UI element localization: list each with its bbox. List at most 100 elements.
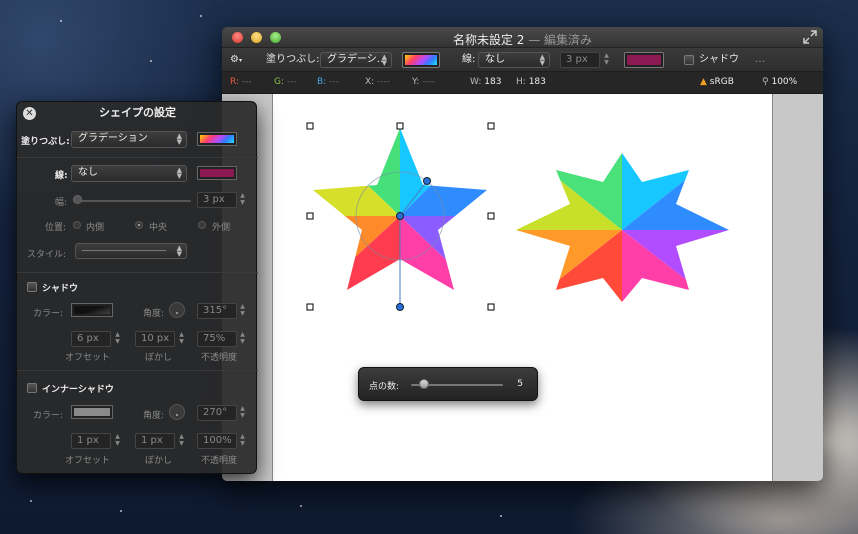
shadow-opacity-field[interactable]: 75% [197, 331, 237, 347]
gear-menu-button[interactable]: ⚙▾ [230, 52, 242, 68]
position-outer-label: 外側 [212, 223, 231, 233]
fill-popup[interactable]: グラデーシ… ▲ ▼ [320, 52, 392, 68]
shadow-blur-stepper[interactable]: ▲ ▼ [177, 331, 186, 347]
position-center-label: 中央 [149, 223, 168, 233]
shadow-offset-field[interactable]: 6 px [71, 331, 111, 347]
width-slider-knob[interactable] [73, 195, 82, 204]
stroke-label: 線: [55, 171, 68, 181]
shape-settings-panel: ✕ シェイプの設定 塗りつぶし: グラデーション ▲ ▼ 線: なし ▲ ▼ 幅: … [16, 101, 258, 474]
document-name: 名称未設定 2 [452, 33, 525, 47]
points-slider-knob[interactable] [419, 379, 429, 389]
info-r: R: --- [230, 77, 252, 87]
offset-caption: オフセット [65, 353, 111, 363]
position-inner-radio[interactable] [73, 221, 81, 229]
fill-type-popup[interactable]: グラデーション ▲ ▼ [71, 131, 187, 148]
info-x: X: ---- [365, 77, 391, 87]
stroke-color-fill [200, 169, 234, 177]
position-label: 位置: [45, 223, 67, 233]
inner-offset-field[interactable]: 1 px [71, 433, 111, 449]
eight-point-star[interactable] [503, 134, 743, 324]
shadow-opacity-stepper[interactable]: ▲ ▼ [238, 331, 247, 347]
stroke-width-field[interactable]: 3 px [560, 52, 600, 68]
color-drop-icon: ▲ [700, 77, 707, 87]
inner-shadow-checkbox[interactable] [27, 383, 37, 393]
edited-status: — 編集済み [528, 33, 593, 47]
inner-opacity-stepper[interactable]: ▲ ▼ [238, 433, 247, 449]
star-dot [60, 20, 62, 22]
inner-blur-field[interactable]: 1 px [135, 433, 175, 449]
fill-gradient-swatch[interactable] [402, 52, 440, 68]
info-w: W: 183 [470, 77, 502, 87]
inner-blur-stepper[interactable]: ▲ ▼ [177, 433, 186, 449]
shadow-offset-stepper[interactable]: ▲ ▼ [113, 331, 122, 347]
inner-opacity-field[interactable]: 100% [197, 433, 237, 449]
star-dot [150, 60, 152, 62]
toolbar: ⚙▾ 塗りつぶし: グラデーシ… ▲ ▼ 線: なし ▲ ▼ 3 px ▲ ▼ シャド… [222, 48, 823, 72]
info-bar: R: --- G: --- B: --- X: ---- Y: ---- W: … [222, 72, 823, 94]
shadow-checkbox[interactable] [27, 282, 37, 292]
position-outer-radio[interactable] [198, 221, 206, 229]
stroke-color-fill [627, 55, 661, 65]
shapes-layer[interactable] [273, 94, 774, 481]
stroke-type-value: なし [78, 167, 98, 178]
fill-gradient-well[interactable] [197, 132, 237, 146]
width-stepper[interactable]: ▲ ▼ [238, 192, 247, 208]
inner-color-well[interactable] [71, 405, 113, 419]
inner-color-fill [74, 408, 110, 416]
position-center-radio[interactable] [135, 221, 143, 229]
magnifier-icon: ⚲ [762, 77, 769, 87]
gear-icon: ⚙ [230, 54, 239, 65]
shadow-blur-field[interactable]: 10 px [135, 331, 175, 347]
info-b: B: --- [317, 77, 339, 87]
popup-arrows-icon: ▲ ▼ [176, 132, 182, 146]
inner-shadow-title: インナーシャドウ [42, 385, 114, 395]
blur-caption: ぼかし [145, 353, 173, 363]
inner-opacity-caption: 不透明度 [201, 456, 238, 466]
stroke-popup[interactable]: なし ▲ ▼ [478, 52, 550, 68]
separator [17, 157, 258, 158]
shadow-angle-label: 角度: [143, 309, 165, 319]
shadow-angle-dial[interactable] [169, 302, 185, 318]
shadow-angle-field[interactable]: 315° [197, 303, 237, 319]
fullscreen-icon[interactable] [803, 30, 817, 44]
info-g: G: --- [274, 77, 297, 87]
inner-angle-field[interactable]: 270° [197, 405, 237, 421]
canvas[interactable]: 点の数: 5 [272, 94, 773, 481]
stroke-color-swatch[interactable] [624, 52, 664, 68]
separator [17, 272, 258, 273]
shadow-angle-stepper[interactable]: ▲ ▼ [238, 303, 247, 319]
inner-angle-label: 角度: [143, 411, 165, 421]
shadow-checkbox[interactable] [684, 55, 694, 65]
chevron-down-icon: ▾ [238, 57, 242, 64]
points-count-hud: 点の数: 5 [358, 367, 538, 401]
fill-label: 塗りつぶし: [21, 137, 70, 147]
stroke-style-popup[interactable]: ▲ ▼ [75, 243, 187, 259]
fill-label: 塗りつぶし: [266, 54, 320, 65]
stroke-color-well[interactable] [197, 166, 237, 180]
inner-angle-dial[interactable] [169, 404, 185, 420]
inner-angle-stepper[interactable]: ▲ ▼ [238, 405, 247, 421]
width-slider-track[interactable] [75, 200, 191, 202]
more-button[interactable]: … [755, 52, 765, 68]
separator [17, 370, 258, 371]
stroke-popup-value: なし [485, 54, 505, 65]
colorspace-indicator[interactable]: ▲ sRGB [700, 77, 734, 87]
popup-arrows-icon: ▲ ▼ [176, 244, 182, 258]
title-bar[interactable]: 名称未設定 2 — 編集済み [222, 27, 823, 48]
stroke-width-stepper[interactable]: ▲ ▼ [602, 52, 611, 68]
inner-offset-stepper[interactable]: ▲ ▼ [113, 433, 122, 449]
info-h: H: 183 [516, 77, 546, 87]
star-dot [30, 500, 32, 502]
info-y: Y: ---- [412, 77, 436, 87]
style-label: スタイル: [27, 250, 67, 260]
stroke-label: 線: [462, 54, 476, 65]
shadow-color-label: カラー: [33, 309, 64, 319]
popup-arrows-icon: ▲ ▼ [539, 53, 545, 67]
stroke-type-popup[interactable]: なし ▲ ▼ [71, 165, 187, 182]
shadow-color-well[interactable] [71, 303, 113, 317]
width-field[interactable]: 3 px [197, 192, 237, 208]
star-dot [120, 510, 122, 512]
points-label: 点の数: [369, 382, 400, 392]
shadow-label: シャドウ [699, 54, 739, 65]
zoom-indicator[interactable]: ⚲ 100% [762, 77, 797, 87]
